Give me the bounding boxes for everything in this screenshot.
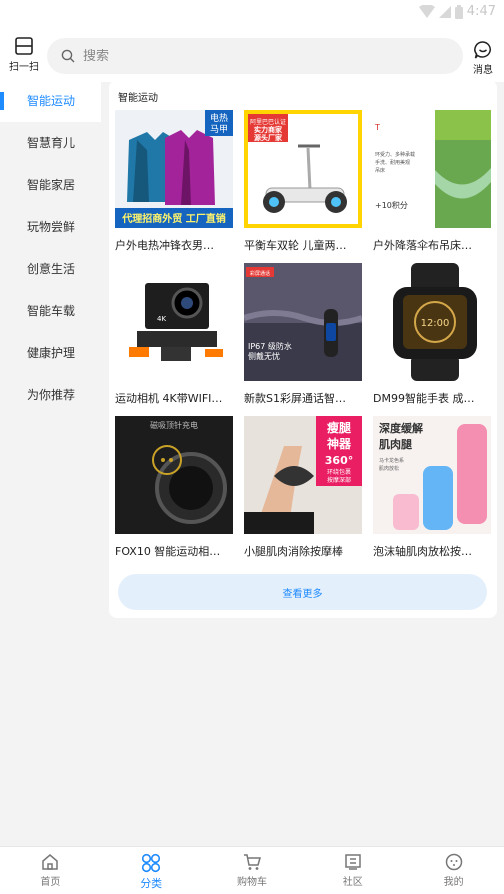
messages-button[interactable]: 消息	[470, 40, 496, 76]
product-image-text: 环受力、多种承载	[375, 151, 415, 158]
svg-text:T: T	[374, 123, 380, 132]
header: 扫一扫 消息	[0, 26, 504, 82]
status-bar: 4:47	[0, 0, 504, 26]
product-image: 4K	[115, 263, 233, 381]
search-icon	[61, 49, 75, 63]
product-name: 平衡车双轮 儿童两…	[244, 239, 347, 252]
community-icon	[345, 854, 361, 870]
bottom-tab-bar: 首页 分类 购物车 社区 我的	[0, 846, 504, 894]
product-image-text: 源头厂家	[254, 133, 283, 142]
product-name: 新款S1彩屏通话智…	[244, 392, 346, 405]
panel-title: 智能运动	[118, 93, 158, 104]
tab-label: 首页	[40, 877, 61, 888]
search-input[interactable]	[83, 48, 423, 64]
product-card[interactable]: 磁吸顶针充电 FOX10 智能运动相…	[115, 416, 233, 563]
product-image-text: 电热	[210, 112, 228, 124]
cart-icon	[243, 854, 261, 870]
product-card[interactable]: IP67 级防水 侧戴无忧 彩屏通话 新款S1彩屏通话智…	[244, 263, 362, 410]
category-sidebar: 智能运动 智慧育儿 智能家居 玩物尝鲜 创意生活 智能车载 健康护理 为你推荐	[0, 80, 101, 846]
product-image: 磁吸顶针充电	[115, 416, 233, 534]
sidebar-item-recommended[interactable]: 为你推荐	[0, 374, 101, 416]
sidebar-item-health-care[interactable]: 健康护理	[0, 332, 101, 374]
product-image-text: 手洗、耐用美观	[375, 159, 410, 166]
home-icon	[42, 854, 59, 870]
signal-icon	[438, 5, 451, 18]
product-card[interactable]: T 环受力、多种承载 手洗、耐用美观 吊床 +10积分 户外降落伞布吊床…	[373, 110, 491, 257]
battery-icon	[454, 4, 463, 19]
product-card[interactable]: 12:00 DM99智能手表 成…	[373, 263, 491, 410]
product-image-text: 磁吸顶针充电	[150, 420, 198, 430]
product-image-text: 肌肉腿	[378, 437, 413, 451]
sidebar-item-smart-car[interactable]: 智能车载	[0, 290, 101, 332]
scan-icon	[15, 37, 33, 55]
product-name: 泡沫轴肌肉放松按…	[373, 545, 472, 558]
search-bar[interactable]	[47, 38, 463, 74]
scan-label: 扫一扫	[9, 62, 39, 73]
product-image-text: 4K	[157, 315, 166, 323]
product-card[interactable]: 阿里巴巴认证 实力商家 源头厂家 平衡车双轮 儿童两…	[244, 110, 362, 257]
product-name: 小腿肌肉消除按摩棒	[244, 545, 343, 558]
product-card[interactable]: 深度缓解 肌肉腿 马卡龙色系 肌肉放松 泡沫轴肌肉放松按…	[373, 416, 491, 563]
product-image-text: 实力商家	[254, 125, 283, 134]
profile-icon	[445, 853, 462, 871]
product-card[interactable]: 电热 马甲 代理招商外贸 工厂直销 户外电热冲锋衣男…	[115, 110, 233, 257]
product-image-text: 代理招商外贸 工厂直销	[121, 212, 225, 225]
tab-profile[interactable]: 我的	[403, 847, 504, 894]
product-image: IP67 级防水 侧戴无忧 彩屏通话	[244, 263, 362, 381]
product-card[interactable]: 4K 运动相机 4K带WIFI…	[115, 263, 233, 410]
view-more-button[interactable]: 查看更多	[118, 574, 487, 610]
status-icons: 4:47	[418, 4, 496, 19]
product-grid: 电热 马甲 代理招商外贸 工厂直销 户外电热冲锋衣男… 阿里巴巴认证 实力商家 …	[115, 110, 491, 563]
product-image-text: 阿里巴巴认证	[250, 118, 286, 126]
product-image-text: 神器	[327, 436, 352, 451]
product-image-text: 吊床	[375, 167, 385, 174]
category-icon	[142, 853, 161, 873]
product-name: 运动相机 4K带WIFI…	[115, 392, 223, 405]
product-image-text: 环绕包裹	[327, 468, 351, 476]
messages-label: 消息	[473, 65, 493, 76]
sidebar-item-gadgets[interactable]: 玩物尝鲜	[0, 206, 101, 248]
product-image: 瘦腿 神器 360° 环绕包裹 按摩深部	[244, 416, 362, 534]
product-image-text: 马甲	[210, 124, 228, 135]
sidebar-item-smart-sports[interactable]: 智能运动	[0, 80, 101, 122]
product-image: 阿里巴巴认证 实力商家 源头厂家	[244, 110, 362, 228]
tab-label: 购物车	[236, 877, 267, 888]
tab-cart[interactable]: 购物车	[202, 847, 303, 894]
scan-button[interactable]: 扫一扫	[6, 36, 42, 76]
product-image: 12:00	[373, 263, 491, 381]
sidebar-item-creative-life[interactable]: 创意生活	[0, 248, 101, 290]
wifi-icon	[418, 4, 435, 18]
product-image-text: 马卡龙色系	[379, 457, 404, 464]
product-image: T 环受力、多种承载 手洗、耐用美观 吊床 +10积分	[373, 110, 491, 228]
product-image-text: 侧戴无忧	[248, 351, 280, 361]
product-image-text: 12:00	[421, 318, 450, 329]
product-image-text: 肌肉放松	[379, 465, 399, 472]
product-image-text: IP67 级防水	[248, 341, 292, 351]
product-image-text: 360°	[325, 454, 353, 467]
sidebar-item-smart-home[interactable]: 智能家居	[0, 164, 101, 206]
product-image: 深度缓解 肌肉腿 马卡龙色系 肌肉放松	[373, 416, 491, 534]
tab-label: 我的	[443, 877, 464, 888]
product-card[interactable]: 瘦腿 神器 360° 环绕包裹 按摩深部 小腿肌肉消除按摩棒	[244, 416, 362, 563]
product-name: DM99智能手表 成…	[373, 392, 475, 405]
tab-label: 社区	[342, 877, 363, 888]
product-image: 电热 马甲 代理招商外贸 工厂直销	[115, 110, 233, 228]
product-name: 户外降落伞布吊床…	[373, 239, 472, 252]
tab-label: 分类	[140, 877, 163, 890]
product-name: 户外电热冲锋衣男…	[115, 239, 214, 252]
product-image-text: 彩屏通话	[250, 270, 270, 277]
product-name: FOX10 智能运动相…	[115, 545, 221, 558]
product-image-text: 深度缓解	[379, 421, 423, 435]
message-icon	[474, 41, 491, 59]
tab-category[interactable]: 分类	[101, 847, 202, 894]
product-image-text: +10积分	[375, 200, 408, 210]
tab-community[interactable]: 社区	[302, 847, 403, 894]
product-panel: 智能运动 电热 马甲 代理招商外贸 工厂直销 户外电热冲锋衣男… 阿里巴巴认证 …	[109, 80, 497, 618]
tab-home[interactable]: 首页	[0, 847, 101, 894]
status-time: 4:47	[466, 4, 496, 19]
product-image-text: 按摩深部	[327, 476, 351, 484]
product-image-text: 瘦腿	[327, 420, 352, 435]
sidebar-item-smart-parenting[interactable]: 智慧育儿	[0, 122, 101, 164]
